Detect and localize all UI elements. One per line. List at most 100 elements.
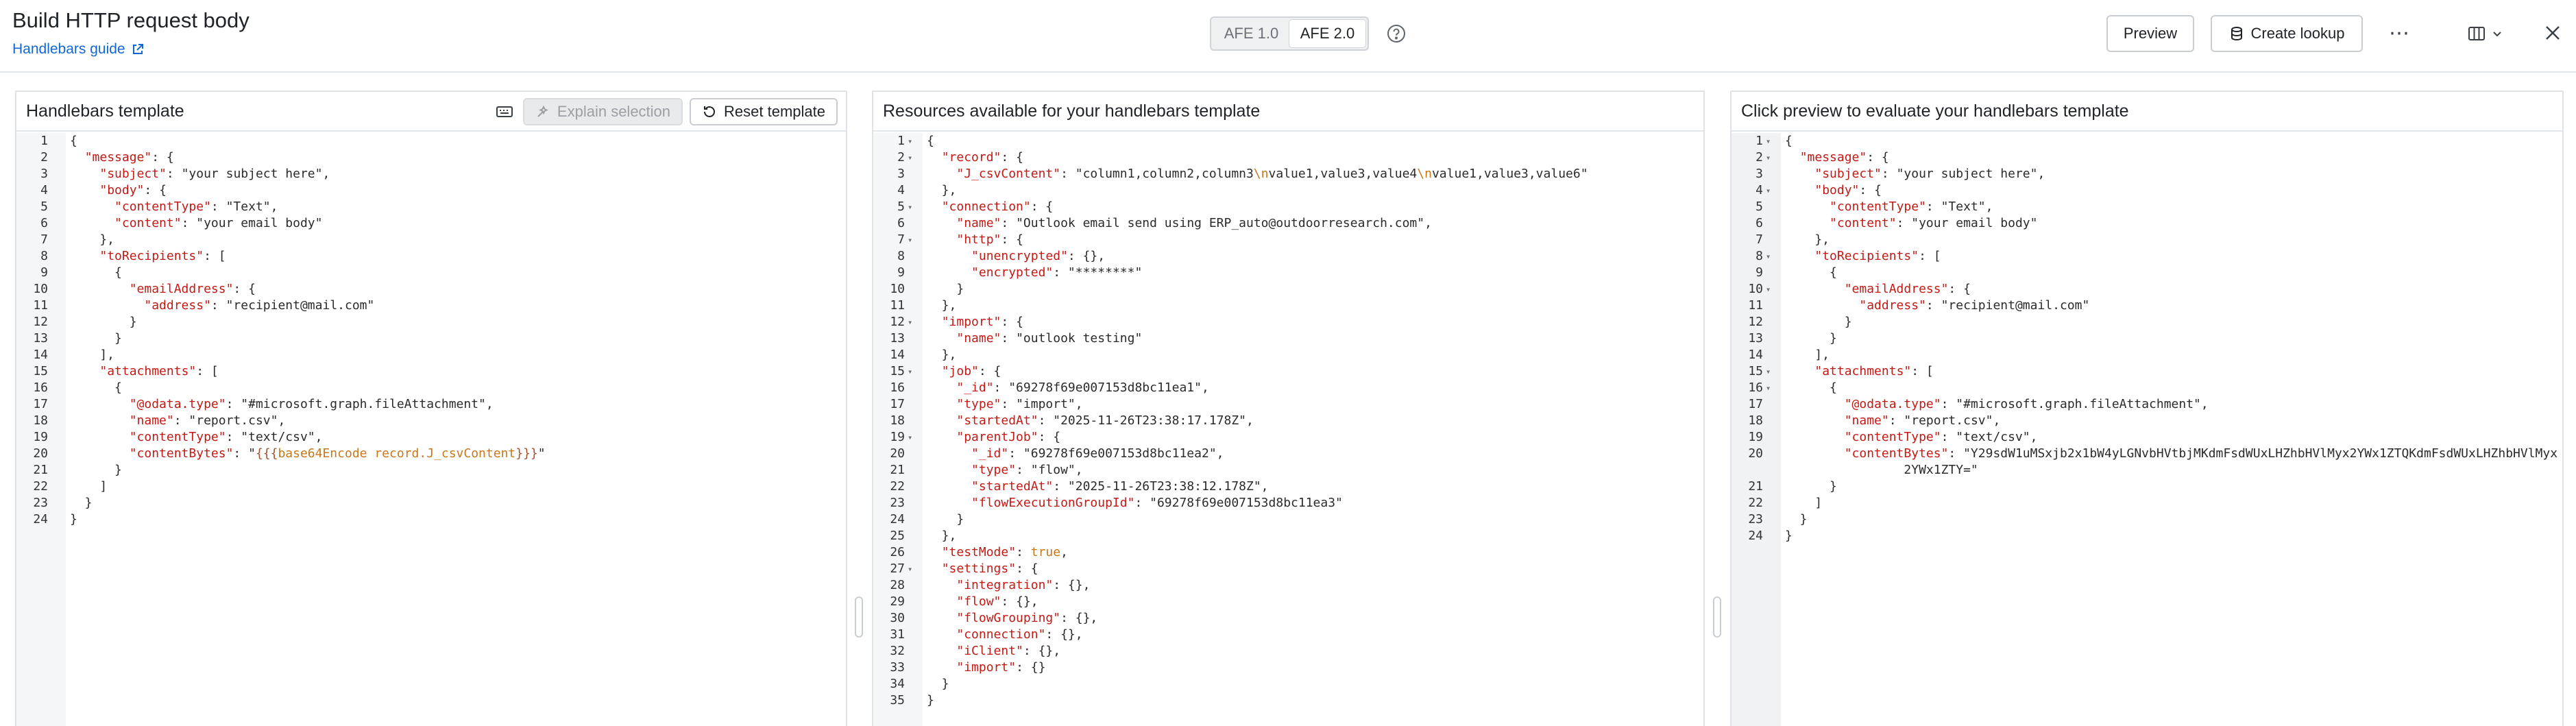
code-text: "toRecipients": [ bbox=[1814, 249, 1941, 263]
code-line: 9 { bbox=[16, 265, 846, 281]
code-text: "iClient": {}, bbox=[956, 644, 1061, 658]
preview-editor[interactable]: 1 ▾{2 ▾ "message": {3 "subject": "your sub… bbox=[1731, 133, 2562, 726]
code-line: 2 "message": { bbox=[16, 149, 846, 166]
fold-caret-icon[interactable]: ▾ bbox=[1766, 363, 1781, 380]
code-line: 26 "testMode": true, bbox=[873, 544, 1703, 561]
resources-code[interactable]: 1 ▾{2 ▾ "record": {3 "J_csvContent": "colu… bbox=[873, 133, 1703, 726]
code-text: } bbox=[70, 331, 122, 346]
panel-resize-handle[interactable] bbox=[1713, 596, 1721, 638]
code-line: 17 "@odata.type": "#microsoft.graph.file… bbox=[1731, 396, 2562, 413]
code-text: ] bbox=[70, 479, 108, 494]
line-number: 32 bbox=[890, 644, 905, 658]
code-line: 14 ], bbox=[1731, 347, 2562, 363]
code-text: "flow": {}, bbox=[956, 594, 1038, 609]
code-text: } bbox=[70, 315, 137, 329]
afe-2-option[interactable]: AFE 2.0 bbox=[1289, 20, 1365, 47]
fold-caret-icon[interactable]: ▾ bbox=[1766, 248, 1781, 265]
code-text: "import": {} bbox=[956, 660, 1046, 675]
code-text: } bbox=[927, 512, 964, 527]
code-text: }, bbox=[70, 232, 115, 247]
code-text: } bbox=[1785, 315, 1852, 329]
line-number: 16 bbox=[33, 380, 48, 395]
code-text: "content": "your email body" bbox=[1830, 216, 2038, 230]
explain-selection-label: Explain selection bbox=[557, 103, 671, 120]
code-text: "subject": "your subject here", bbox=[99, 167, 330, 181]
code-line: 29 "flow": {}, bbox=[873, 594, 1703, 610]
code-text: } bbox=[927, 677, 949, 691]
line-number: 24 bbox=[33, 512, 48, 527]
preview-code[interactable]: 1 ▾{2 ▾ "message": {3 "subject": "your sub… bbox=[1731, 133, 2562, 726]
line-number: 5 bbox=[897, 199, 905, 214]
fold-caret-icon[interactable]: ▾ bbox=[1766, 380, 1781, 396]
more-options-icon[interactable]: ⋯ bbox=[2387, 21, 2411, 45]
code-line: 13 "name": "outlook testing" bbox=[873, 330, 1703, 347]
code-line: 16 "_id": "69278f69e007153d8bc11ea1", bbox=[873, 380, 1703, 396]
code-line: 18 "startedAt": "2025-11-26T23:38:17.178… bbox=[873, 413, 1703, 429]
explain-selection-button[interactable]: Explain selection bbox=[522, 98, 683, 125]
line-number: 6 bbox=[1755, 216, 1763, 230]
panel-header: Handlebars template Explain selection Re… bbox=[16, 92, 846, 132]
resources-editor[interactable]: 1 ▾{2 ▾ "record": {3 "J_csvContent": "colu… bbox=[873, 133, 1703, 726]
line-number: 13 bbox=[33, 331, 48, 346]
preview-button[interactable]: Preview bbox=[2106, 15, 2194, 52]
code-line: 6 "content": "your email body" bbox=[16, 215, 846, 232]
fold-caret-icon[interactable]: ▾ bbox=[908, 429, 923, 446]
code-line: 3 "J_csvContent": "column1,column2,colum… bbox=[873, 166, 1703, 182]
code-line: 22 "startedAt": "2025-11-26T23:38:12.178… bbox=[873, 479, 1703, 495]
afe-1-option[interactable]: AFE 1.0 bbox=[1213, 20, 1289, 47]
fold-caret-icon[interactable]: ▾ bbox=[908, 149, 923, 166]
fold-caret-icon[interactable]: ▾ bbox=[1766, 149, 1781, 166]
fold-caret-icon[interactable]: ▾ bbox=[908, 363, 923, 380]
line-number: 19 bbox=[33, 430, 48, 444]
fold-caret-icon[interactable]: ▾ bbox=[908, 199, 923, 215]
line-number: 31 bbox=[890, 627, 905, 642]
code-text: { bbox=[70, 380, 122, 395]
line-number: 19 bbox=[890, 430, 905, 444]
code-text: "settings": { bbox=[941, 561, 1038, 576]
fold-caret-icon[interactable]: ▾ bbox=[1766, 182, 1781, 199]
fold-caret-icon[interactable]: ▾ bbox=[908, 561, 923, 577]
line-number: 12 bbox=[1748, 315, 1763, 329]
panel-resize-handle[interactable] bbox=[855, 596, 863, 638]
reset-template-button[interactable]: Reset template bbox=[690, 98, 838, 125]
keyboard-icon[interactable] bbox=[493, 100, 516, 123]
fold-caret-icon[interactable]: ▾ bbox=[908, 133, 923, 149]
create-lookup-button[interactable]: Create lookup bbox=[2211, 15, 2363, 52]
code-line: 32 "iClient": {}, bbox=[873, 643, 1703, 660]
help-icon[interactable] bbox=[1386, 23, 1407, 44]
line-number: 7 bbox=[1755, 232, 1763, 247]
line-number: 1 bbox=[897, 134, 905, 148]
code-line: 1 ▾ { bbox=[873, 133, 1703, 149]
code-text: "_id": "69278f69e007153d8bc11ea2", bbox=[971, 446, 1224, 461]
code-text: "body": { bbox=[99, 183, 167, 197]
template-editor[interactable]: 1{2 "message": {3 "subject": "your subje… bbox=[16, 133, 846, 726]
line-number: 23 bbox=[33, 496, 48, 510]
fold-caret-icon[interactable]: ▾ bbox=[908, 314, 923, 330]
fold-caret-icon[interactable]: ▾ bbox=[1766, 281, 1781, 298]
close-icon[interactable] bbox=[2542, 22, 2564, 44]
fold-caret-icon[interactable]: ▾ bbox=[908, 232, 923, 248]
handlebars-guide-link[interactable]: Handlebars guide bbox=[12, 41, 145, 58]
fold-caret-icon[interactable]: ▾ bbox=[1766, 133, 1781, 149]
code-text: "contentType": "text/csv", bbox=[1844, 430, 2038, 444]
code-line: 11 "address": "recipient@mail.com" bbox=[1731, 298, 2562, 314]
code-line: 19 "contentType": "text/csv", bbox=[1731, 429, 2562, 446]
line-number: 17 bbox=[1748, 397, 1763, 411]
panel-title: Handlebars template bbox=[26, 101, 184, 121]
code-text: "contentBytes": "Y29sdW1uMSxjb2x1bW4yLGN… bbox=[1844, 446, 2558, 461]
template-code[interactable]: 1{2 "message": {3 "subject": "your subje… bbox=[16, 133, 846, 726]
layout-selector[interactable] bbox=[2468, 22, 2509, 45]
code-text: "parentJob": { bbox=[956, 430, 1061, 444]
code-text: } bbox=[1785, 479, 1837, 494]
